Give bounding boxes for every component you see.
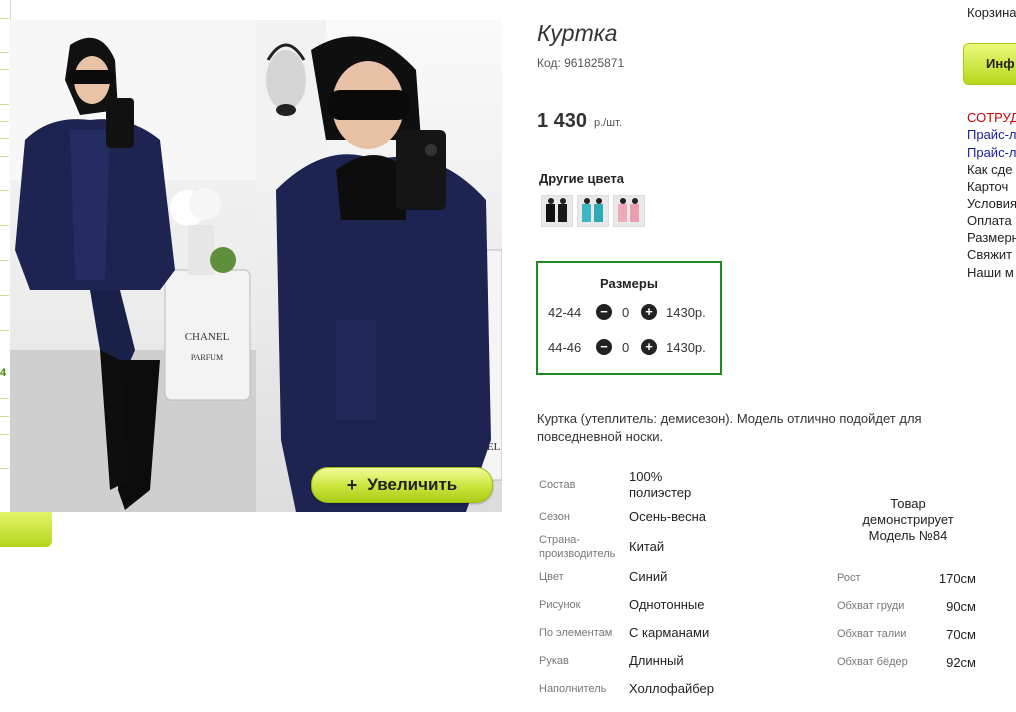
property-value: Осень-весна <box>629 509 707 524</box>
size-label: 44-46 <box>548 340 582 355</box>
divider <box>0 104 9 105</box>
sidebar-green-button[interactable] <box>0 512 52 547</box>
divider <box>0 52 9 53</box>
model-param-value: 90см <box>946 599 976 614</box>
color-swatch-pink[interactable] <box>613 195 645 227</box>
product-title: Куртка <box>537 20 618 46</box>
size-row: 44-46 − 0 + 1430р. <box>538 338 720 358</box>
property-label: По элементам <box>539 627 613 639</box>
property-label: Состав <box>539 479 576 491</box>
sidebar-link[interactable]: Прайс-л <box>967 127 1016 142</box>
sidebar-link[interactable]: СОТРУД <box>967 110 1016 125</box>
divider <box>0 260 9 261</box>
model-param-value: 92см <box>946 655 976 670</box>
divider <box>0 468 9 469</box>
divider <box>0 434 9 435</box>
info-button[interactable]: Инф <box>963 43 1016 85</box>
model-param-label: Рост <box>837 572 861 584</box>
model-param-label: Обхват талии <box>837 628 907 640</box>
other-colors-title: Другие цвета <box>539 171 624 186</box>
property-value: Длинный <box>629 653 684 668</box>
model-param-label: Обхват бёдер <box>837 656 908 668</box>
sidebar-link[interactable]: Как сде <box>967 162 1012 177</box>
product-description: Куртка (утеплитель: демисезон). Модель о… <box>537 411 922 444</box>
model-param-value: 70см <box>946 627 976 642</box>
size-qty[interactable]: 0 <box>622 305 629 320</box>
size-qty[interactable]: 0 <box>622 340 629 355</box>
divider <box>0 18 9 19</box>
product-photo-closeup[interactable]: CHANEL <box>256 20 502 512</box>
divider <box>0 190 9 191</box>
model-param-label: Обхват груди <box>837 600 905 612</box>
sidebar-link[interactable]: Размерн <box>967 230 1016 245</box>
product-code: Код: 961825871 <box>537 56 625 70</box>
divider <box>0 121 9 122</box>
model-param-value: 170см <box>938 571 976 586</box>
property-label: Рисунок <box>539 599 581 611</box>
cart-link[interactable]: Корзина <box>967 5 1016 20</box>
property-label: Сезон <box>539 511 570 523</box>
size-price: 1430р. <box>666 305 706 320</box>
property-label: Рукав <box>539 655 569 667</box>
svg-text:CHANEL: CHANEL <box>185 331 230 343</box>
info-button-label: Инф <box>986 56 1015 71</box>
plus-icon: + <box>346 474 358 495</box>
divider <box>0 156 9 157</box>
svg-text:PARFUM: PARFUM <box>191 353 223 362</box>
property-value: С карманами <box>629 625 710 640</box>
sidebar-link[interactable]: Оплата <box>967 213 1012 228</box>
sidebar-link[interactable]: Условия <box>967 196 1016 211</box>
model-note: Товар демонстрирует Модель №84 <box>862 496 954 543</box>
property-value: Китай <box>629 539 665 554</box>
property-value: Холлофайбер <box>629 681 714 696</box>
divider <box>0 398 9 399</box>
zoom-button-label: Увеличить <box>367 475 458 494</box>
property-value: Синий <box>629 569 668 584</box>
size-label: 42-44 <box>548 305 582 320</box>
divider <box>0 416 9 417</box>
divider <box>0 69 9 70</box>
divider <box>0 138 9 139</box>
sidebar-link[interactable]: Карточ <box>967 179 1008 194</box>
property-label: Страна-производитель <box>539 534 616 560</box>
sizes-title: Размеры <box>600 276 658 291</box>
divider <box>0 295 9 296</box>
product-gallery[interactable]: CHANEL PARFUM CHANEL <box>10 20 502 512</box>
sidebar-link[interactable]: Прайс-л <box>967 145 1016 160</box>
price-unit: р./шт. <box>594 117 622 129</box>
color-swatch-black[interactable] <box>541 195 573 227</box>
plus-icon[interactable]: + <box>641 304 657 320</box>
minus-icon[interactable]: − <box>596 304 612 320</box>
size-row: 42-44 − 0 + 1430р. <box>538 303 720 323</box>
color-swatch-turquoise[interactable] <box>577 195 609 227</box>
plus-icon[interactable]: + <box>641 339 657 355</box>
sizes-box: Размеры 42-44 − 0 + 1430р. 44-46 − 0 + 1… <box>536 261 722 375</box>
product-price: 1 430 <box>537 110 588 132</box>
property-value: 100% полиэстер <box>629 469 692 500</box>
property-value: Однотонные <box>629 597 705 612</box>
divider <box>0 225 9 226</box>
minus-icon[interactable]: − <box>596 339 612 355</box>
size-price: 1430р. <box>666 340 706 355</box>
divider <box>0 330 9 331</box>
sidebar-number: 4 <box>0 367 7 379</box>
property-label: Цвет <box>539 571 564 583</box>
property-label: Наполнитель <box>539 683 607 695</box>
sidebar-link[interactable]: Наши м <box>967 265 1014 280</box>
sidebar-link[interactable]: Свяжит <box>967 247 1012 262</box>
zoom-button[interactable]: + Увеличить <box>311 467 493 503</box>
product-photo-front[interactable]: CHANEL PARFUM <box>10 20 256 512</box>
